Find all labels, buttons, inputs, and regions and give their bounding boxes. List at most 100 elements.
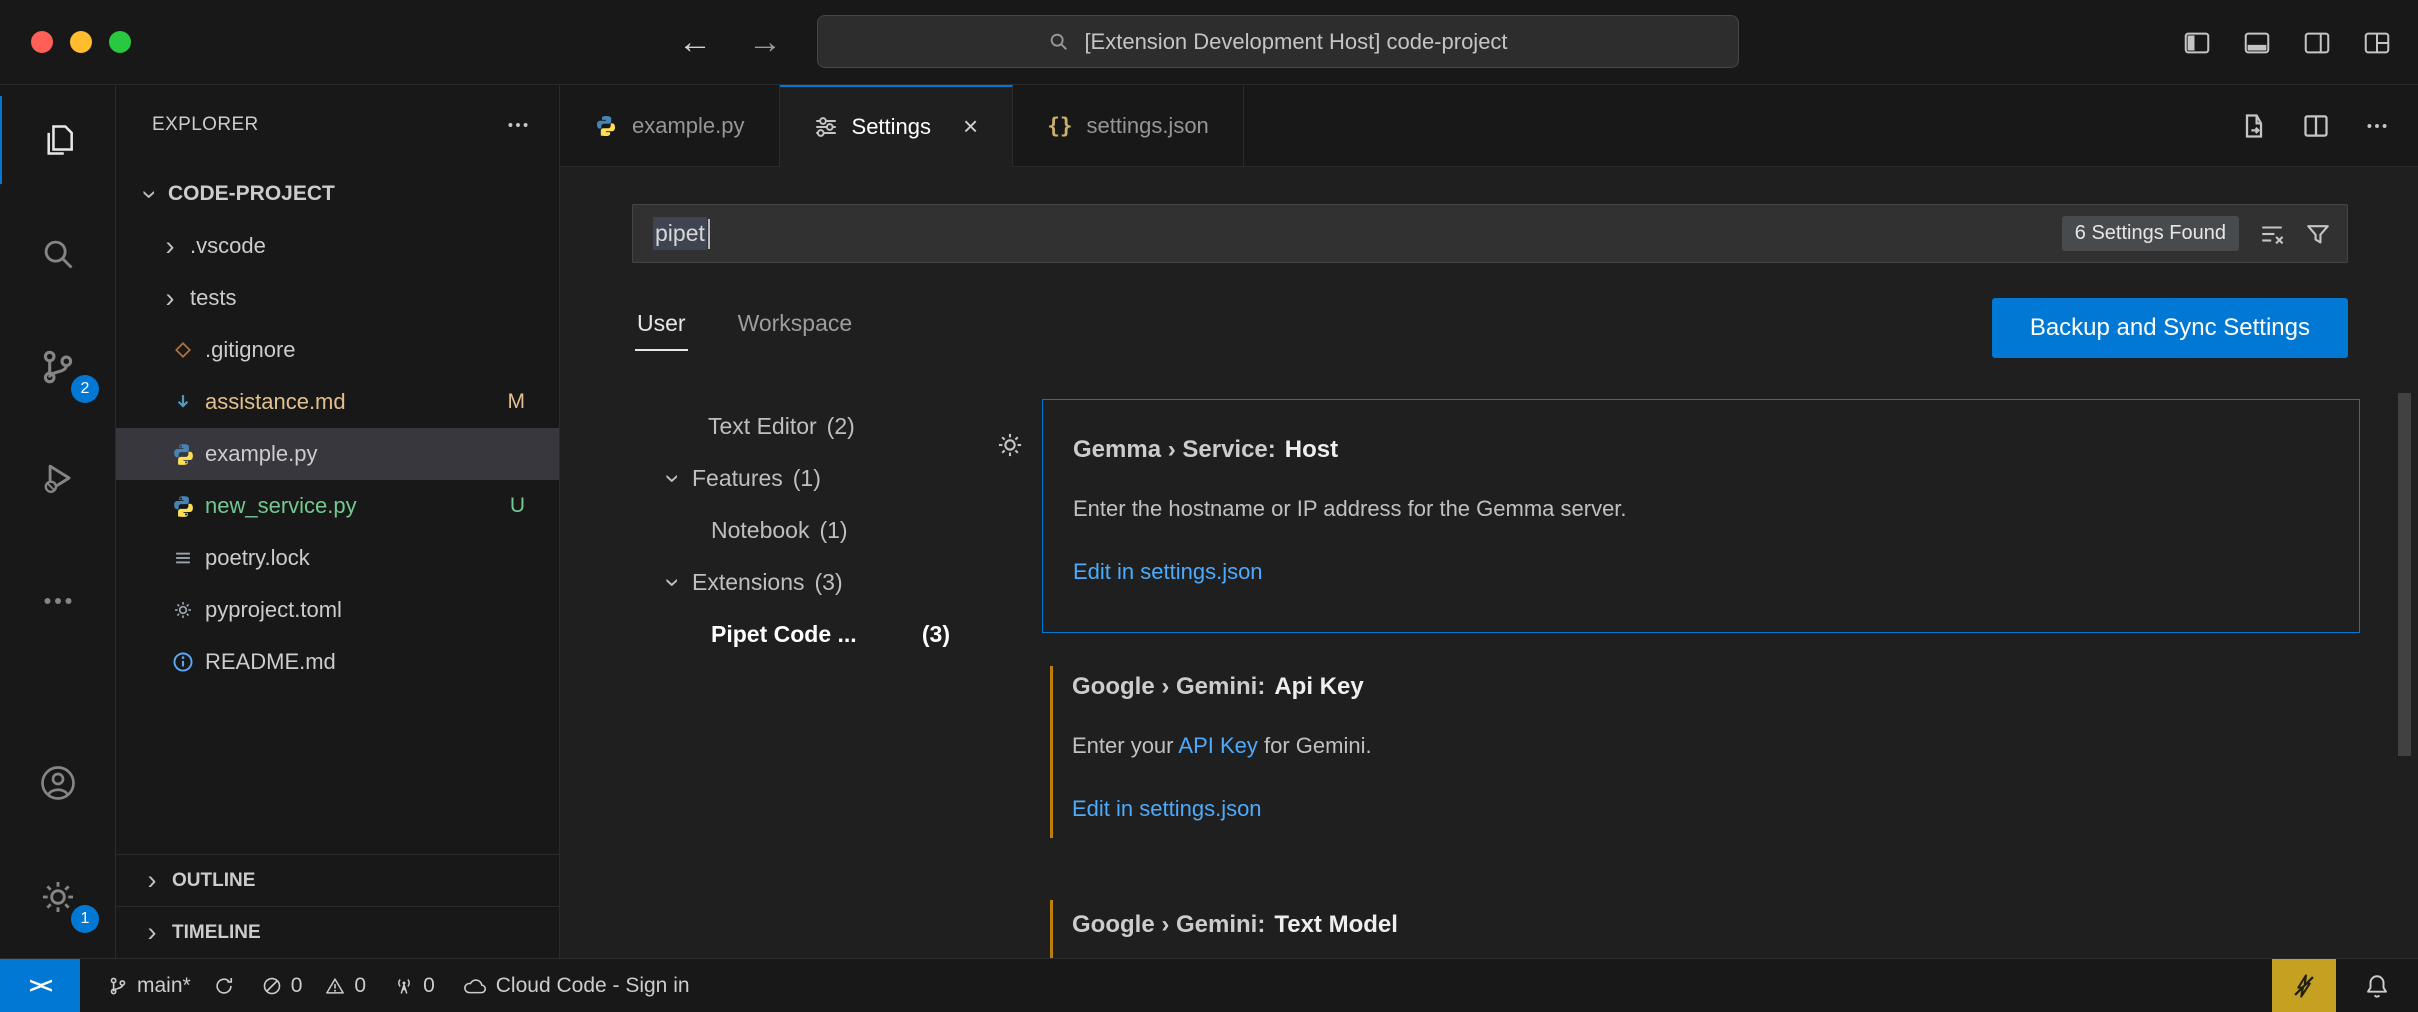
branch-status-item[interactable]: main*	[108, 974, 234, 998]
clear-filters-icon[interactable]	[2259, 221, 2285, 247]
setting-gemma-service-host[interactable]: Gemma › Service:Host Enter the hostname …	[1042, 399, 2360, 633]
chevron-down-icon: ›	[658, 571, 689, 593]
notifications-bell-icon[interactable]	[2364, 973, 2390, 999]
editor-scrollbar[interactable]	[2398, 393, 2411, 756]
tab-settings-json[interactable]: {} settings.json	[1013, 85, 1244, 166]
explorer-header: EXPLORER	[152, 114, 259, 136]
tree-item-pyproject-toml[interactable]: pyproject.toml	[116, 584, 559, 636]
tab-example-py[interactable]: example.py	[560, 85, 780, 166]
tree-item-readme-md[interactable]: README.md	[116, 636, 559, 688]
layout-sidebar-left-icon[interactable]	[2182, 28, 2212, 58]
tree-item-poetry-lock[interactable]: poetry.lock	[116, 532, 559, 584]
scope-tab-user[interactable]: User	[635, 300, 688, 351]
api-key-link[interactable]: API Key	[1178, 733, 1257, 758]
outline-section[interactable]: › OUTLINE	[116, 854, 559, 906]
toc-notebook[interactable]: Notebook (1)	[560, 504, 980, 556]
forward-button[interactable]: →	[748, 23, 782, 62]
back-button[interactable]: ←	[678, 23, 712, 62]
tree-item-tests[interactable]: › tests	[116, 272, 559, 324]
toc-extensions[interactable]: › Extensions (3)	[560, 556, 980, 608]
zoom-window-button[interactable]	[109, 31, 131, 53]
edit-in-settings-json-link[interactable]: Edit in settings.json	[1072, 796, 1262, 822]
git-status-badge: M	[508, 390, 526, 414]
cloud-code-status-item[interactable]: Cloud Code - Sign in	[463, 974, 690, 998]
activitybar-run-debug[interactable]	[0, 434, 115, 522]
filter-icon[interactable]	[2305, 221, 2331, 247]
text-caret	[708, 219, 710, 249]
git-icon	[170, 337, 196, 363]
settings-editor: pipet 6 Settings Found User Workspace Ba…	[560, 167, 2418, 958]
command-center[interactable]: [Extension Development Host] code-projec…	[817, 15, 1739, 68]
toc-pipet-code[interactable]: Pipet Code ... (3)	[560, 608, 980, 660]
problems-status-item[interactable]: 0 0	[262, 974, 366, 998]
tree-item-root[interactable]: › CODE-PROJECT	[116, 168, 559, 220]
backup-sync-settings-button[interactable]: Backup and Sync Settings	[1992, 298, 2348, 358]
split-editor-icon[interactable]	[2302, 112, 2330, 140]
activitybar-accounts[interactable]	[0, 739, 115, 827]
close-window-button[interactable]	[31, 31, 53, 53]
settings-badge: 1	[71, 905, 99, 933]
settings-toc: Text Editor (2) › Features (1) Notebook …	[560, 400, 980, 660]
explorer-tree: › CODE-PROJECT › .vscode › tests .gitign…	[116, 168, 559, 688]
settings-search-value: pipet	[653, 217, 707, 250]
layout-panel-icon[interactable]	[2242, 28, 2272, 58]
tree-item-vscode[interactable]: › .vscode	[116, 220, 559, 272]
activitybar-source-control[interactable]: 2	[0, 323, 115, 411]
setting-description: Enter the hostname or IP address for the…	[1073, 496, 1627, 522]
chevron-down-icon: ›	[135, 182, 166, 206]
explorer-more-actions-icon[interactable]	[505, 112, 531, 138]
open-settings-json-icon[interactable]	[2240, 112, 2268, 140]
remote-indicator[interactable]: ><	[0, 959, 80, 1012]
status-bar: >< main* 0 0 0	[0, 958, 2418, 1012]
setting-gear-icon[interactable]	[996, 431, 1024, 459]
toml-gear-icon	[170, 597, 196, 623]
edit-in-settings-json-link[interactable]: Edit in settings.json	[1073, 559, 1263, 585]
branch-icon	[108, 976, 128, 996]
braces-icon: {}	[1047, 114, 1072, 138]
lightning-slash-status-item[interactable]	[2272, 959, 2336, 1012]
list-icon	[170, 545, 196, 571]
chevron-down-icon: ›	[658, 467, 689, 489]
timeline-section[interactable]: › TIMELINE	[116, 906, 559, 958]
account-icon	[38, 763, 78, 803]
explorer-sidebar: EXPLORER › CODE-PROJECT › .vscode › test…	[116, 85, 560, 958]
settings-scope-tabs: User Workspace	[635, 300, 854, 360]
activitybar-more[interactable]	[0, 557, 115, 645]
tab-bar: example.py Settings × {} settings.json	[560, 85, 2418, 167]
activitybar-settings[interactable]: 1	[0, 853, 115, 941]
scope-tab-workspace[interactable]: Workspace	[736, 300, 855, 349]
layout-sidebar-right-icon[interactable]	[2302, 28, 2332, 58]
command-center-title: [Extension Development Host] code-projec…	[1084, 29, 1507, 55]
tree-item-new-service-py[interactable]: new_service.py U	[116, 480, 559, 532]
title-bar: ← → [Extension Development Host] code-pr…	[0, 0, 2418, 85]
tab-settings[interactable]: Settings ×	[780, 85, 1014, 166]
settings-search-input[interactable]: pipet 6 Settings Found	[632, 204, 2348, 263]
setting-google-gemini-text-model[interactable]: Google › Gemini:Text Model	[1042, 900, 2360, 958]
modified-indicator	[1050, 666, 1053, 838]
activitybar-explorer[interactable]	[0, 96, 115, 184]
ellipsis-icon	[40, 583, 76, 619]
radio-tower-icon	[394, 976, 414, 996]
close-icon[interactable]: ×	[963, 111, 978, 142]
toc-features[interactable]: › Features (1)	[560, 452, 980, 504]
editor-area: example.py Settings × {} settings.json	[560, 85, 2418, 958]
gear-icon	[39, 878, 77, 916]
toc-text-editor[interactable]: Text Editor (2)	[560, 400, 980, 452]
minimize-window-button[interactable]	[70, 31, 92, 53]
tree-item-assistance-md[interactable]: assistance.md M	[116, 376, 559, 428]
activity-bar: 2 1	[0, 85, 116, 958]
vscode-window: ← → [Extension Development Host] code-pr…	[0, 0, 2418, 1012]
python-icon	[170, 441, 196, 467]
activitybar-search[interactable]	[0, 210, 115, 298]
layout-customize-icon[interactable]	[2362, 28, 2392, 58]
tree-item-gitignore[interactable]: .gitignore	[116, 324, 559, 376]
settings-found-badge: 6 Settings Found	[2062, 216, 2239, 251]
more-actions-icon[interactable]	[2364, 113, 2390, 139]
scm-badge: 2	[71, 375, 99, 403]
run-debug-icon	[39, 459, 77, 497]
tree-item-example-py[interactable]: example.py	[116, 428, 559, 480]
markdown-icon	[170, 389, 196, 415]
ports-status-item[interactable]: 0	[394, 974, 435, 998]
setting-google-gemini-api-key[interactable]: Google › Gemini:Api Key Enter your API K…	[1042, 656, 2360, 900]
info-icon	[170, 649, 196, 675]
